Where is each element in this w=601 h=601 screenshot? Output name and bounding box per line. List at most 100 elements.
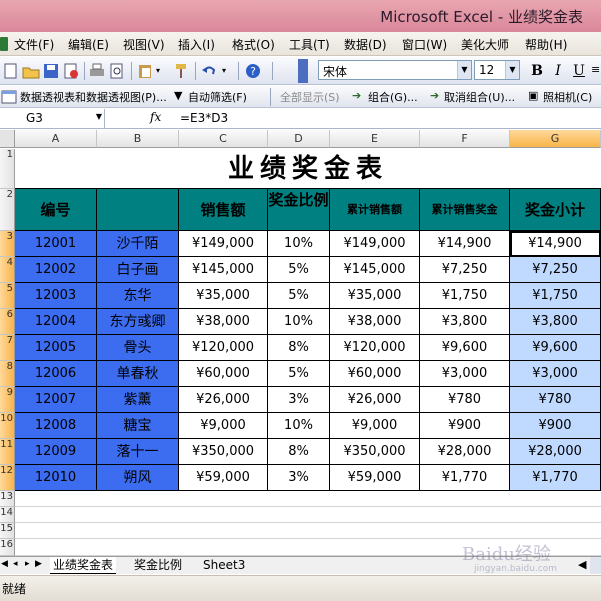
empty-row[interactable] xyxy=(15,507,601,523)
sales-cell[interactable]: ¥26,000 xyxy=(179,387,268,413)
row-header[interactable]: 7 xyxy=(0,335,15,361)
cum-sales-cell[interactable]: ¥35,000 xyxy=(330,283,420,309)
column-header-b[interactable]: B xyxy=(97,130,179,148)
bonus-subtotal-cell[interactable]: ¥3,000 xyxy=(510,361,601,387)
bonus-subtotal-cell[interactable]: ¥3,800 xyxy=(510,309,601,335)
column-header-e[interactable]: E xyxy=(330,130,420,148)
header-cell[interactable]: 编号 xyxy=(15,189,97,231)
row-header[interactable]: 14 xyxy=(0,507,15,523)
sheet-title[interactable]: 业绩奖金表 xyxy=(15,149,601,189)
header-cell[interactable]: 奖金比例 xyxy=(268,189,330,231)
paste-dropdown-icon[interactable]: ▾ xyxy=(156,66,160,75)
cum-sales-cell[interactable]: ¥9,000 xyxy=(330,413,420,439)
menu-format[interactable]: 格式(O) xyxy=(232,36,275,53)
paste-icon[interactable] xyxy=(136,62,154,80)
italic-button[interactable]: I xyxy=(548,61,568,81)
bonus-subtotal-cell[interactable]: ¥7,250 xyxy=(510,257,601,283)
name-cell[interactable]: 东方彧卿 xyxy=(97,309,179,335)
row-header[interactable]: 15 xyxy=(0,523,15,539)
column-header-c[interactable]: C xyxy=(179,130,268,148)
rate-cell[interactable]: 5% xyxy=(268,257,330,283)
font-name-select[interactable]: 宋体 ▼ xyxy=(318,60,472,80)
show-all-button[interactable]: 全部显示(S) xyxy=(280,89,340,105)
sales-cell[interactable]: ¥60,000 xyxy=(179,361,268,387)
save-icon[interactable] xyxy=(42,62,60,80)
pivot-table-icon[interactable] xyxy=(0,88,18,106)
cum-sales-cell[interactable]: ¥145,000 xyxy=(330,257,420,283)
id-cell[interactable]: 12007 xyxy=(15,387,97,413)
pivot-chart-button[interactable]: 数据透视表和数据透视图(P)... xyxy=(20,89,167,105)
cum-bonus-cell[interactable]: ¥3,000 xyxy=(420,361,510,387)
menu-view[interactable]: 视图(V) xyxy=(123,36,165,53)
sales-cell[interactable]: ¥35,000 xyxy=(179,283,268,309)
column-header-a[interactable]: A xyxy=(15,130,97,148)
undo-dropdown-icon[interactable]: ▾ xyxy=(222,66,226,75)
print-preview-icon[interactable] xyxy=(108,62,126,80)
cum-bonus-cell[interactable]: ¥1,770 xyxy=(420,465,510,491)
chevron-down-icon[interactable]: ▼ xyxy=(96,112,102,121)
tab-sheet2[interactable]: 奖金比例 xyxy=(131,557,185,574)
name-cell[interactable]: 落十一 xyxy=(97,439,179,465)
cum-sales-cell[interactable]: ¥350,000 xyxy=(330,439,420,465)
row-header[interactable]: 3 xyxy=(0,231,15,257)
rate-cell[interactable]: 8% xyxy=(268,439,330,465)
sales-cell[interactable]: ¥149,000 xyxy=(179,231,268,257)
bold-button[interactable]: B xyxy=(527,61,547,81)
column-header-g[interactable]: G xyxy=(510,130,601,148)
name-cell[interactable]: 单春秋 xyxy=(97,361,179,387)
name-cell[interactable]: 糖宝 xyxy=(97,413,179,439)
menu-tools[interactable]: 工具(T) xyxy=(289,36,330,53)
next-sheet-icon[interactable]: ▸ xyxy=(25,559,30,569)
header-cell[interactable]: 销售额 xyxy=(179,189,268,231)
row-header[interactable]: 4 xyxy=(0,257,15,283)
sales-cell[interactable]: ¥38,000 xyxy=(179,309,268,335)
row-header[interactable]: 2 xyxy=(0,189,15,231)
name-cell[interactable]: 沙千陌 xyxy=(97,231,179,257)
bonus-subtotal-cell[interactable]: ¥780 xyxy=(510,387,601,413)
toolbar-grip[interactable] xyxy=(298,59,308,83)
menu-beautify[interactable]: 美化大师 xyxy=(461,36,509,53)
sales-cell[interactable]: ¥9,000 xyxy=(179,413,268,439)
cum-bonus-cell[interactable]: ¥14,900 xyxy=(420,231,510,257)
tab-sheet1[interactable]: 业绩奖金表 xyxy=(50,557,117,574)
bonus-subtotal-cell[interactable]: ¥28,000 xyxy=(510,439,601,465)
name-cell[interactable]: 紫薰 xyxy=(97,387,179,413)
name-box[interactable]: G3 ▼ xyxy=(0,109,105,129)
row-header[interactable]: 9 xyxy=(0,387,15,413)
empty-row[interactable] xyxy=(15,523,601,539)
permission-icon[interactable] xyxy=(62,62,80,80)
menu-file[interactable]: 文件(F) xyxy=(14,36,54,53)
open-folder-icon[interactable] xyxy=(22,62,40,80)
rate-cell[interactable]: 10% xyxy=(268,309,330,335)
cum-sales-cell[interactable]: ¥149,000 xyxy=(330,231,420,257)
name-cell[interactable]: 朔风 xyxy=(97,465,179,491)
id-cell[interactable]: 12008 xyxy=(15,413,97,439)
name-cell[interactable]: 东华 xyxy=(97,283,179,309)
new-file-icon[interactable] xyxy=(2,62,20,80)
rate-cell[interactable]: 10% xyxy=(268,231,330,257)
menu-help[interactable]: 帮助(H) xyxy=(525,36,567,53)
cum-bonus-cell[interactable]: ¥780 xyxy=(420,387,510,413)
font-size-select[interactable]: 12 ▼ xyxy=(474,60,520,80)
bonus-subtotal-cell[interactable]: ¥14,900 xyxy=(510,231,601,257)
bonus-subtotal-cell[interactable]: ¥1,750 xyxy=(510,283,601,309)
row-header[interactable]: 12 xyxy=(0,465,15,491)
name-cell[interactable]: 白子画 xyxy=(97,257,179,283)
id-cell[interactable]: 12003 xyxy=(15,283,97,309)
sales-cell[interactable]: ¥350,000 xyxy=(179,439,268,465)
last-sheet-icon[interactable]: ▶ xyxy=(35,559,42,569)
undo-icon[interactable] xyxy=(200,62,218,80)
empty-row[interactable] xyxy=(15,491,601,507)
header-cell[interactable] xyxy=(97,189,179,231)
header-cell[interactable]: 累计销售额 xyxy=(330,189,420,231)
menu-insert[interactable]: 插入(I) xyxy=(178,36,215,53)
rate-cell[interactable]: 3% xyxy=(268,387,330,413)
id-cell[interactable]: 12004 xyxy=(15,309,97,335)
name-cell[interactable]: 骨头 xyxy=(97,335,179,361)
row-header[interactable]: 8 xyxy=(0,361,15,387)
cum-bonus-cell[interactable]: ¥900 xyxy=(420,413,510,439)
camera-button[interactable]: 照相机(C) xyxy=(543,89,592,105)
chevron-down-icon[interactable]: ▼ xyxy=(505,61,519,79)
rate-cell[interactable]: 10% xyxy=(268,413,330,439)
column-header-d[interactable]: D xyxy=(268,130,330,148)
